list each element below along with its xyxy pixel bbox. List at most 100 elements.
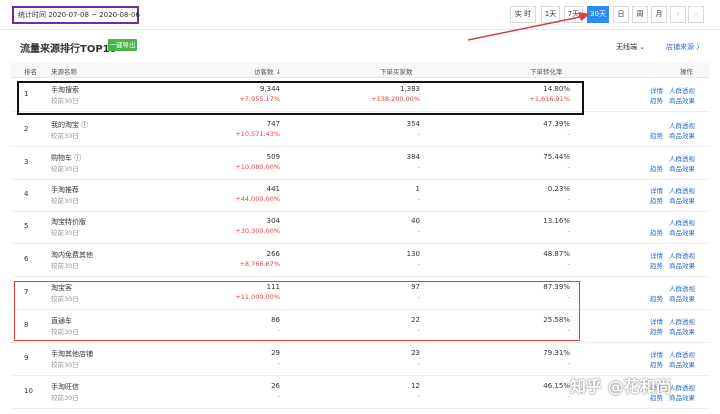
source-name: 淘宝特价版 [51,218,86,226]
details-link[interactable]: 详情 [650,250,663,260]
trend-link[interactable]: 趋势 [650,163,663,173]
rank-cell: 2 [24,125,29,133]
col-source: 来源名称 [51,68,77,76]
conversion-value: 48.87% [543,250,570,258]
compare-label: 较前30日 [51,262,79,270]
crowd-insight-link[interactable]: 人群透视 [669,120,695,130]
crowd-insight-link[interactable]: 人群透视 [669,185,695,195]
period-week-button[interactable]: 周 [632,6,648,23]
table-row: 6 淘内免费其他 较前30日 266 +8,766.67% 130 - 48.87% - 详情 人群… [10,244,710,277]
buyers-value: 12 [411,382,420,390]
product-effect-link[interactable]: 商品效果 [669,130,695,140]
table-row: 9 手淘其他店铺 较前30日 29 - 23 - 79.31% - 详情 人群透视 趋势 商品效果 [10,343,710,376]
crowd-insight-link[interactable]: 人群透视 [669,250,695,260]
visitors-value: 266 [266,250,280,258]
details-link[interactable]: 详情 [650,349,663,359]
highlight-box-row1 [17,81,584,115]
col-visitors[interactable]: 访客数 ↓ [254,66,281,76]
shop-source-link[interactable]: 店铺来源 〉 [666,42,703,52]
crowd-insight-link[interactable]: 人群透视 [669,316,695,326]
trend-link[interactable]: 趋势 [650,95,663,105]
details-link[interactable]: 详情 [650,185,663,195]
visitors-value: 441 [266,185,280,193]
crowd-insight-link[interactable]: 人群透视 [669,283,695,293]
col-buyers[interactable]: 下单买家数 [380,66,413,76]
product-effect-link[interactable]: 商品效果 [669,359,695,369]
period-7day-button[interactable]: 7天 [564,6,583,23]
visitors-change: +10,571.43% [235,130,280,138]
visitors-value: 29 [271,349,280,357]
crowd-insight-link[interactable]: 人群透视 [669,85,695,95]
period-1day-button[interactable]: 1天 [541,6,560,23]
conversion-value: 79.31% [543,349,570,357]
buyers-value: 354 [406,120,420,128]
source-name: 手淘推荐 [51,186,79,194]
buyers-change: - [417,359,420,367]
product-effect-link[interactable]: 商品效果 [669,326,695,336]
rank-cell: 5 [24,222,29,230]
product-effect-link[interactable]: 商品效果 [669,163,695,173]
period-30day-button[interactable]: 30天 [587,6,609,23]
trend-link[interactable]: 趋势 [650,359,663,369]
trend-link[interactable]: 趋势 [650,293,663,303]
table-row: 4 手淘推荐 较前30日 441 +44,000.00% 1 - 0.23% - 详情 人群透视 趋势… [10,179,710,212]
visitors-change: +8,766.67% [239,260,280,268]
buyers-change: - [417,130,420,138]
period-month-button[interactable]: 月 [651,6,667,23]
trend-link[interactable]: 趋势 [650,326,663,336]
rank-cell: 4 [24,190,29,198]
product-effect-link[interactable]: 商品效果 [669,195,695,205]
table-row: 3 购物车 ⓘ 较前30日 509 +10,080.00% 384 - 75.44% - 人群透视… [10,147,710,180]
source-name: 手淘其他店铺 [51,350,93,358]
trend-link[interactable]: 趋势 [650,260,663,270]
period-realtime-button[interactable]: 实 时 [510,6,536,23]
crowd-insight-link[interactable]: 人群透视 [669,382,695,392]
rank-cell: 9 [24,354,29,362]
visitors-change: - [277,359,280,367]
conversion-change: - [567,260,570,268]
visitors-value: 747 [266,120,280,128]
export-button[interactable]: 一键导出 [108,39,137,51]
trend-link[interactable]: 趋势 [650,195,663,205]
period-day-button[interactable]: 日 [613,6,629,23]
crowd-insight-link[interactable]: 人群透视 [669,349,695,359]
table-row: 2 我的淘宝 ⓘ 较前30日 747 +10,571.43% 354 - 47.39% - 人群透… [10,114,710,147]
product-effect-link[interactable]: 商品效果 [669,95,695,105]
rank-cell: 10 [24,387,33,395]
product-effect-link[interactable]: 商品效果 [669,392,695,402]
conversion-value: 47.39% [543,120,570,128]
col-conversion[interactable]: 下单转化率 [530,66,563,76]
device-select[interactable]: 无线端 ⌄ [616,42,645,52]
section-title: 流量来源排行TOP10 [20,44,117,55]
crowd-insight-link[interactable]: 人群透视 [669,153,695,163]
conversion-change: - [567,227,570,235]
details-link[interactable]: 详情 [650,85,663,95]
product-effect-link[interactable]: 商品效果 [669,260,695,270]
trend-link[interactable]: 趋势 [650,227,663,237]
visitors-value: 26 [271,382,280,390]
table-row: 5 淘宝特价版 较前30日 304 +30,300.00% 40 - 13.16% - 人群透视趋… [10,211,710,244]
visitors-change: - [277,392,280,400]
product-effect-link[interactable]: 商品效果 [669,293,695,303]
prev-period-icon[interactable]: ‹ [670,6,686,23]
rank-cell: 3 [24,158,29,166]
top-bar: 统计时间 2020-07-08 ~ 2020-08-06 实 时 1天 7天 3… [0,0,720,30]
conversion-change: - [567,163,570,171]
buyers-change: - [417,227,420,235]
conversion-change: - [567,130,570,138]
compare-label: 较前30日 [51,229,79,237]
compare-label: 较前30日 [51,394,79,402]
product-effect-link[interactable]: 商品效果 [669,227,695,237]
table-header: 排名 来源名称 访客数 ↓ 下单买家数 下单转化率 操作 [10,63,710,78]
next-period-icon[interactable]: › [688,6,704,23]
conversion-change: - [567,195,570,203]
crowd-insight-link[interactable]: 人群透视 [669,217,695,227]
buyers-change: - [417,260,420,268]
details-link[interactable]: 详情 [650,316,663,326]
conversion-value: 75.44% [543,153,570,161]
buyers-change: - [417,163,420,171]
compare-label: 较前30日 [51,197,79,205]
trend-link[interactable]: 趋势 [650,130,663,140]
visitors-change: +10,080.00% [235,163,280,171]
conversion-value: 13.16% [543,217,570,225]
